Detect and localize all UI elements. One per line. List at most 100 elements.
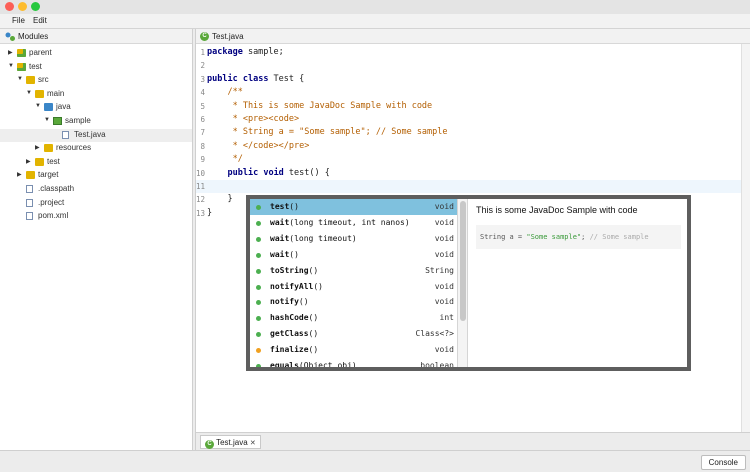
menu-bar: File Edit	[0, 14, 750, 29]
completion-method-name: wait	[270, 217, 290, 227]
completion-return-type: int	[439, 313, 454, 323]
tree-item[interactable]: ▼ test	[0, 61, 192, 74]
status-bar: Console	[0, 450, 750, 472]
code-text: package sample;	[207, 47, 284, 57]
completion-method-args: (long timeout, int nanos)	[289, 217, 410, 227]
completion-method-args: (long timeout)	[289, 233, 357, 243]
code-line[interactable]: 1 package sample;	[196, 46, 741, 59]
open-file-tab[interactable]: C Test.java ✕	[200, 435, 261, 449]
tree-item[interactable]: .classpath	[0, 183, 192, 196]
line-number: 11	[196, 182, 206, 191]
code-line[interactable]: 6 * <pre><code>	[196, 113, 741, 126]
javadoc-code-sample: String a = "Some sample"; // Some sample	[476, 225, 681, 249]
completion-item[interactable]: wait(long timeout, int nanos) void	[250, 215, 457, 231]
completion-scrollbar[interactable]	[458, 199, 468, 367]
completion-signature: toString()	[270, 266, 318, 275]
code-text: * <pre><code>	[207, 114, 300, 124]
completion-return-type: void	[434, 281, 454, 291]
completion-list[interactable]: test() void wait(long timeout, int nanos) v…	[250, 199, 458, 367]
code-line[interactable]: 7 * String a = "Some sample"; // Some sa…	[196, 126, 741, 139]
expanded-arrow-icon[interactable]: ▼	[35, 103, 41, 109]
tree-item[interactable]: Test.java	[0, 128, 192, 142]
comment-token: /**	[207, 87, 243, 98]
javadoc-code-semicolon: ;	[581, 233, 590, 241]
tree-item-label: parent	[29, 48, 52, 57]
completion-item[interactable]: wait() void	[250, 247, 457, 263]
completion-signature: test()	[270, 202, 299, 211]
zoom-window-button[interactable]	[31, 2, 40, 11]
line-number: 5	[200, 101, 205, 111]
public-method-icon	[256, 300, 261, 306]
completion-method-name: hashCode	[270, 313, 309, 323]
completion-item[interactable]: finalize() void	[250, 342, 457, 358]
tree-item[interactable]: ▼ src	[0, 74, 192, 87]
completion-item[interactable]: wait(long timeout) void	[250, 231, 457, 247]
code-token: }	[207, 207, 213, 218]
comment-token: * This is some JavaDoc Sample with code	[207, 100, 433, 111]
close-tab-icon[interactable]: ✕	[250, 440, 256, 447]
minimize-window-button[interactable]	[18, 2, 27, 11]
completion-item[interactable]: toString() String	[250, 263, 457, 279]
tree-item[interactable]: ▶ parent	[0, 47, 192, 60]
completion-method-name: test	[270, 202, 290, 211]
completion-method-args: ()	[308, 329, 319, 339]
close-window-button[interactable]	[5, 2, 14, 11]
file-icon	[26, 198, 33, 207]
expanded-arrow-icon[interactable]: ▼	[17, 76, 23, 82]
menu-edit[interactable]: Edit	[33, 16, 47, 25]
expanded-arrow-icon[interactable]: ▼	[8, 63, 14, 69]
line-number: 3	[200, 74, 205, 84]
completion-return-type: void	[434, 217, 454, 227]
line-number: 12	[196, 195, 206, 205]
code-line[interactable]: 10 public void test() {	[196, 167, 741, 180]
tree-item[interactable]: ▶ test	[0, 156, 192, 169]
completion-signature: wait(long timeout)	[270, 234, 357, 243]
protected-method-icon	[256, 348, 261, 354]
folder-icon	[35, 157, 44, 166]
code-line[interactable]: 3 public class Test {	[196, 73, 741, 86]
tree-item[interactable]: ▶ target	[0, 169, 192, 182]
tree-item[interactable]: ▼ main	[0, 88, 192, 101]
line-number: 4	[200, 88, 205, 98]
tree-item-label: Test.java	[74, 129, 106, 139]
code-line[interactable]: 5 * This is some JavaDoc Sample with cod…	[196, 100, 741, 113]
completion-item[interactable]: test() void	[250, 199, 457, 215]
expanded-arrow-icon[interactable]: ▼	[44, 117, 50, 123]
collapsed-arrow-icon[interactable]: ▶	[35, 144, 40, 151]
code-line[interactable]: 9 */	[196, 153, 741, 166]
code-line[interactable]: 8 * </code></pre>	[196, 140, 741, 153]
code-line[interactable]: 11	[196, 180, 741, 193]
code-line[interactable]: 2	[196, 59, 741, 72]
open-files-tab-strip: C Test.java ✕	[196, 432, 750, 450]
tree-item[interactable]: .project	[0, 197, 192, 210]
collapsed-arrow-icon[interactable]: ▶	[26, 158, 31, 165]
tree-item[interactable]: ▼ sample	[0, 115, 192, 128]
tree-item-label: pom.xml	[38, 211, 69, 221]
menu-file[interactable]: File	[12, 16, 25, 25]
javadoc-code-string: "Some sample"	[526, 233, 582, 241]
public-method-icon	[256, 236, 261, 242]
expanded-arrow-icon[interactable]: ▼	[26, 90, 32, 96]
collapsed-arrow-icon[interactable]: ▶	[8, 49, 13, 56]
completion-method-args: ()	[308, 345, 319, 355]
console-button[interactable]: Console	[700, 455, 746, 470]
collapsed-arrow-icon[interactable]: ▶	[17, 171, 22, 178]
completion-item[interactable]: notifyAll() void	[250, 279, 457, 295]
tree-item[interactable]: pom.xml	[0, 210, 192, 223]
public-method-icon	[256, 316, 261, 322]
tree-item[interactable]: ▶ resources	[0, 142, 192, 155]
completion-item[interactable]: hashCode() int	[250, 310, 457, 326]
javadoc-title: This is some JavaDoc Sample with code	[476, 205, 638, 215]
code-line[interactable]: 4 /**	[196, 86, 741, 99]
file-icon	[26, 212, 33, 221]
code-text: public class Test {	[207, 74, 304, 84]
editor-tab-title[interactable]: Test.java	[212, 32, 244, 41]
tree-item[interactable]: ▼ java	[0, 101, 192, 114]
completion-item[interactable]: equals(Object obj) boolean	[250, 358, 457, 367]
package-icon	[53, 117, 62, 125]
completion-item[interactable]: notify() void	[250, 294, 457, 310]
editor-vertical-scrollbar[interactable]	[741, 44, 750, 434]
completion-item[interactable]: getClass() Class<?>	[250, 326, 457, 342]
completion-scroll-thumb[interactable]	[460, 201, 466, 321]
